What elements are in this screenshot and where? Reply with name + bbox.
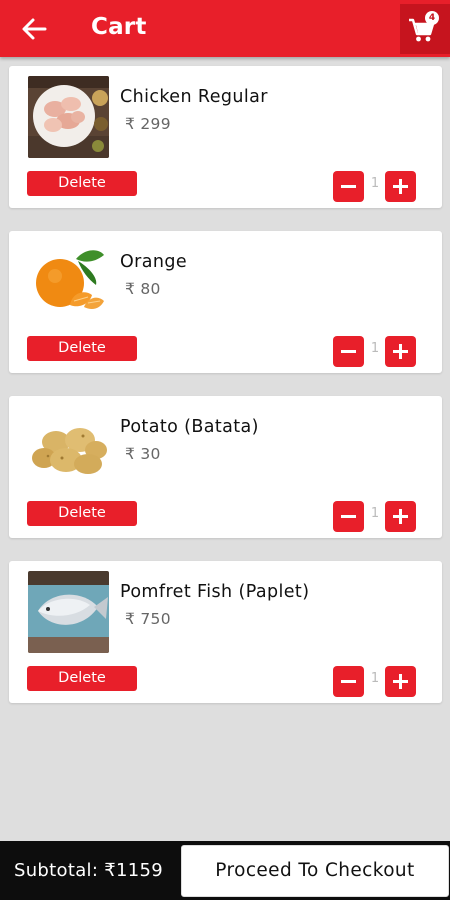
product-name: Potato (Batata) [120, 417, 259, 437]
quantity-value: 1 [370, 176, 380, 191]
checkout-button-label: Proceed To Checkout [215, 860, 415, 881]
product-price: ₹ 299 [125, 115, 171, 133]
cart-item-card: Orange ₹ 80 Delete 1 [9, 231, 442, 373]
decrease-quantity-button[interactable] [333, 666, 364, 697]
decrease-quantity-button[interactable] [333, 171, 364, 202]
product-price: ₹ 750 [125, 610, 171, 628]
back-button[interactable] [18, 14, 50, 44]
delete-button[interactable]: Delete [27, 336, 137, 361]
raw-chicken-image [28, 76, 109, 158]
pomfret-fish-image [28, 571, 109, 653]
cart-count-badge: 4 [425, 11, 439, 25]
cart-button[interactable]: 4 [400, 4, 450, 54]
quantity-value: 1 [370, 671, 380, 686]
arrow-left-icon [22, 18, 47, 40]
product-price: ₹ 30 [125, 445, 161, 463]
cart-item-card: Potato (Batata) ₹ 30 Delete 1 [9, 396, 442, 538]
orange-image [28, 241, 109, 323]
product-price: ₹ 80 [125, 280, 161, 298]
increase-quantity-button[interactable] [385, 336, 416, 367]
quantity-value: 1 [370, 341, 380, 356]
decrease-quantity-button[interactable] [333, 501, 364, 532]
product-name: Pomfret Fish (Paplet) [120, 582, 310, 602]
checkout-bar: Subtotal: ₹1159 Proceed To Checkout [0, 841, 450, 900]
increase-quantity-button[interactable] [385, 171, 416, 202]
subtotal-label: Subtotal: ₹1159 [14, 860, 163, 881]
potatoes-image [28, 406, 109, 488]
cart-item-card: Chicken Regular ₹ 299 Delete 1 [9, 66, 442, 208]
page-title: Cart [91, 14, 147, 40]
delete-button[interactable]: Delete [27, 501, 137, 526]
decrease-quantity-button[interactable] [333, 336, 364, 367]
product-name: Chicken Regular [120, 87, 268, 107]
increase-quantity-button[interactable] [385, 666, 416, 697]
cart-item-card: Pomfret Fish (Paplet) ₹ 750 Delete 1 [9, 561, 442, 703]
increase-quantity-button[interactable] [385, 501, 416, 532]
quantity-value: 1 [370, 506, 380, 521]
product-name: Orange [120, 252, 188, 272]
delete-button[interactable]: Delete [27, 171, 137, 196]
delete-button[interactable]: Delete [27, 666, 137, 691]
app-bar: Cart 4 [0, 0, 450, 57]
proceed-to-checkout-button[interactable]: Proceed To Checkout [181, 845, 449, 897]
